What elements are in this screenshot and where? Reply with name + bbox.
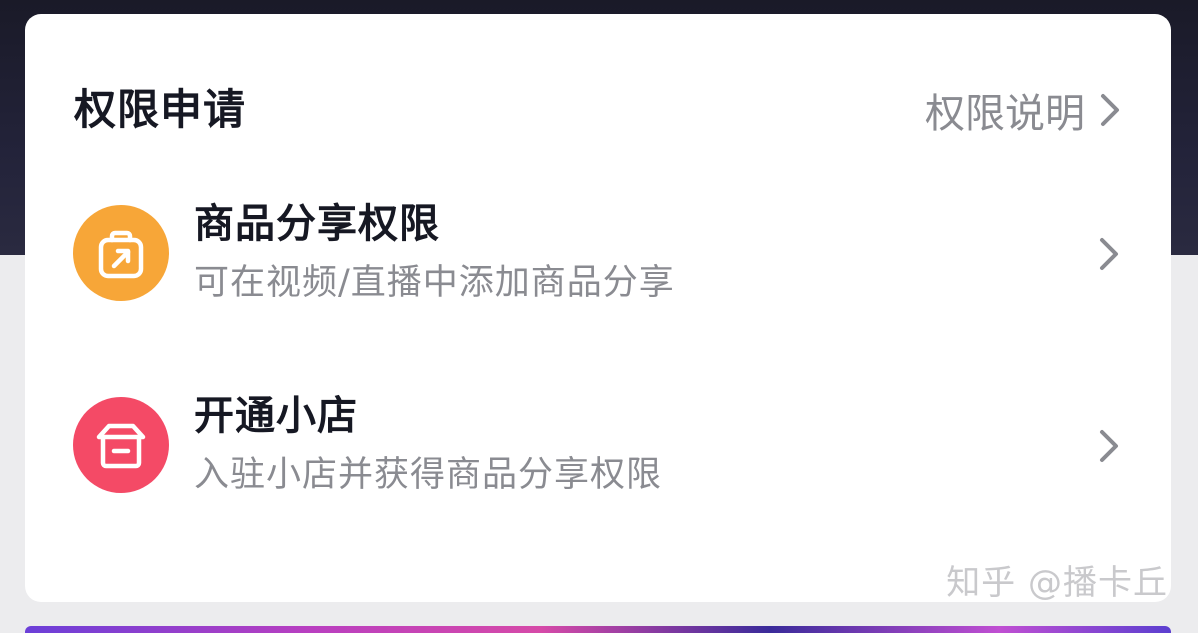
- permission-info-link[interactable]: 权限说明: [925, 82, 1121, 138]
- card-title: 权限申请: [74, 85, 247, 134]
- permission-info-label: 权限说明: [925, 91, 1085, 137]
- permission-item-title: 开通小店: [194, 393, 358, 439]
- chevron-right-icon: [1101, 94, 1119, 126]
- permission-item-open-store[interactable]: 开通小店 入驻小店并获得商品分享权限: [25, 376, 1171, 546]
- permission-item-title: 商品分享权限: [194, 201, 440, 247]
- bottom-banner-edge: [25, 626, 1171, 633]
- chevron-right-icon: [1100, 430, 1118, 462]
- permission-item-subtitle: 入驻小店并获得商品分享权限: [194, 455, 663, 495]
- chevron-right-icon: [1100, 238, 1118, 270]
- permission-item-subtitle: 可在视频/直播中添加商品分享: [194, 263, 675, 303]
- permission-item-product-share[interactable]: 商品分享权限 可在视频/直播中添加商品分享: [25, 184, 1171, 354]
- storefront-icon: [73, 397, 169, 493]
- share-external-icon: [73, 205, 169, 301]
- watermark: 知乎 @播卡丘: [946, 563, 1168, 603]
- permission-request-card: 权限申请 权限说明 商品分享权限 可在视频/直播中添加商品分享 开通小店 入驻小…: [25, 14, 1171, 602]
